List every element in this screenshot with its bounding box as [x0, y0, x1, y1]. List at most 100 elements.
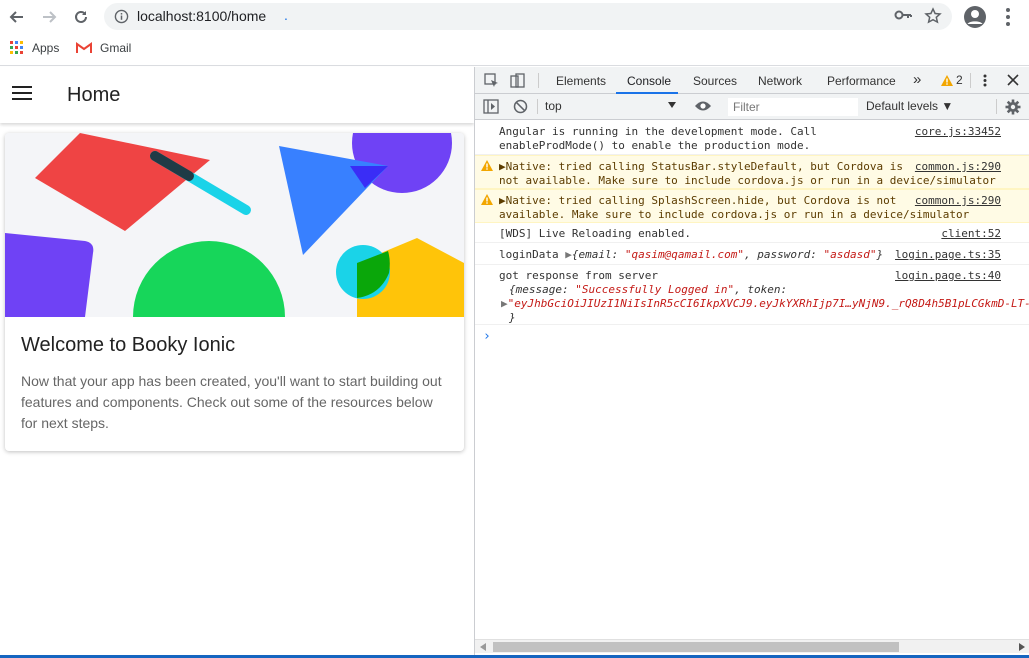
page-title: Home — [67, 84, 121, 106]
console-message: loginData ▶{email: "qasim@qamail.com", p… — [475, 243, 1029, 265]
scrollbar-thumb[interactable] — [493, 642, 899, 652]
sidebar-toggle-icon[interactable] — [483, 99, 499, 114]
source-link[interactable]: common.js:290 — [915, 194, 1001, 207]
profile-icon[interactable] — [963, 5, 987, 29]
bookmark-label: Gmail — [100, 41, 132, 55]
card-title: Welcome to Booky Ionic — [21, 334, 236, 356]
menu-kebab-icon[interactable] — [996, 5, 1020, 29]
context-selector[interactable]: top — [545, 99, 680, 113]
key-icon[interactable] — [894, 8, 912, 22]
horizontal-scrollbar[interactable] — [475, 639, 1029, 653]
object-email-value: "qasim@qamail.com" — [624, 248, 745, 261]
message-line: enableProdMode() to enable the productio… — [499, 139, 811, 152]
message-line[interactable]: loginData ▶{email: "qasim@qamail.com", p… — [499, 248, 883, 262]
settings-gear-icon[interactable] — [1005, 99, 1021, 115]
message-line[interactable]: ▶Native: tried calling StatusBar.styleDe… — [499, 160, 903, 174]
warning-icon — [941, 74, 953, 86]
tab-elements[interactable]: Elements — [556, 74, 606, 88]
warning-icon — [481, 194, 493, 205]
arrow-left-icon — [9, 11, 23, 23]
info-icon[interactable] — [114, 9, 129, 24]
device-icon — [510, 73, 525, 88]
arrow-right-icon — [43, 11, 57, 23]
url-marker: . — [284, 7, 288, 23]
warning-icon — [481, 160, 493, 171]
message-line: available. Make sure to include cordova.… — [499, 208, 970, 221]
device-toolbar-button[interactable] — [509, 72, 526, 89]
tab-console[interactable]: Console — [627, 74, 671, 88]
eye-icon[interactable] — [694, 100, 712, 112]
object-key: , token: — [734, 283, 788, 296]
card-body: Now that your app has been created, you'… — [21, 373, 442, 431]
object-message-value: "Successfully Logged in" — [575, 283, 735, 296]
source-link[interactable]: login.page.ts:35 — [895, 248, 1001, 261]
console-message: Angular is running in the development mo… — [475, 121, 1029, 155]
console-output: Angular is running in the development mo… — [475, 121, 1029, 639]
object-preview: {message: "Successfully Logged in", toke… — [509, 283, 787, 297]
tab-network[interactable]: Network — [758, 74, 802, 88]
bookmark-apps[interactable]: Apps — [10, 41, 59, 55]
clear-console-icon[interactable] — [513, 99, 528, 114]
forward-button[interactable] — [37, 5, 61, 29]
console-prompt[interactable]: › — [483, 329, 491, 344]
console-toolbar: top Filter Default levels ▼ — [475, 94, 1029, 120]
scroll-right-icon[interactable] — [1019, 643, 1025, 651]
object-key: , password: — [744, 248, 824, 261]
scroll-left-icon[interactable] — [480, 643, 486, 651]
more-tabs-button[interactable]: » — [913, 71, 921, 88]
welcome-card: Welcome to Booky Ionic Now that your app… — [5, 133, 464, 451]
app-header: Home — [0, 67, 474, 123]
menu-button[interactable] — [12, 85, 34, 103]
warnings-counter[interactable]: 2 — [941, 73, 963, 87]
object-open: {email: — [571, 248, 625, 261]
object-password-value: "asdasd" — [823, 248, 877, 261]
devtools-panel: Elements Console Sources Network Perform… — [474, 67, 1029, 655]
back-button[interactable] — [5, 5, 29, 29]
close-icon[interactable] — [1007, 74, 1019, 86]
devtools-menu-icon[interactable] — [980, 73, 990, 88]
bookmark-label: Apps — [32, 41, 60, 55]
console-message: got response from server login.page.ts:4… — [475, 265, 1029, 325]
reload-button[interactable] — [69, 5, 93, 29]
url-text[interactable]: localhost:8100/home — [137, 8, 266, 24]
devtools-tabbar: Elements Console Sources Network Perform… — [475, 67, 1029, 94]
expand-arrow-icon[interactable]: ▶ — [565, 248, 572, 261]
cursor-select-icon — [484, 73, 498, 87]
object-token-value: "eyJhbGciOiJIUzI1NiIsInR5cCI6IkpXVCJ9.ey… — [507, 297, 1029, 310]
star-icon[interactable] — [924, 7, 942, 25]
message-line: not available. Make sure to include cord… — [499, 174, 996, 187]
dropdown-arrow-icon — [668, 102, 676, 108]
app-viewport: Home Welcome to Booky Ionic Now that you… — [0, 67, 474, 655]
browser-toolbar: localhost:8100/home . — [0, 0, 1029, 34]
object-close: } — [876, 248, 884, 261]
console-warning: ▶Native: tried calling StatusBar.styleDe… — [475, 155, 1029, 189]
source-link[interactable]: common.js:290 — [915, 160, 1001, 173]
object-open: {message: — [509, 283, 576, 296]
message-line: Angular is running in the development mo… — [499, 125, 817, 138]
source-link[interactable]: login.page.ts:40 — [895, 269, 1001, 282]
address-bar[interactable]: localhost:8100/home . — [104, 3, 952, 30]
message-line: [WDS] Live Reloading enabled. — [499, 227, 692, 240]
log-label: loginData — [499, 248, 566, 261]
inspect-element-button[interactable] — [483, 72, 500, 89]
warning-count: 2 — [956, 73, 963, 87]
bookmarks-bar: Apps Gmail — [0, 34, 1029, 66]
bookmark-gmail[interactable]: Gmail — [76, 41, 131, 55]
tab-performance[interactable]: Performance — [827, 74, 896, 88]
log-levels-dropdown[interactable]: Default levels ▼ — [866, 99, 953, 113]
tab-sources[interactable]: Sources — [693, 74, 737, 88]
expand-arrow-icon[interactable]: ▶ — [501, 297, 508, 310]
gmail-icon — [76, 42, 92, 53]
source-link[interactable]: client:52 — [941, 227, 1001, 240]
hero-illustration — [5, 133, 464, 317]
message-line[interactable]: ▶Native: tried calling SplashScreen.hide… — [499, 194, 896, 208]
message-line: got response from server — [499, 269, 658, 282]
reload-icon — [75, 10, 87, 23]
filter-input[interactable]: Filter — [728, 98, 858, 116]
object-close: } — [509, 311, 516, 324]
token-line[interactable]: ▶"eyJhbGciOiJIUzI1NiIsInR5cCI6IkpXVCJ9.e… — [501, 297, 1029, 311]
console-warning: ▶Native: tried calling SplashScreen.hide… — [475, 189, 1029, 223]
console-message: [WDS] Live Reloading enabled. client:52 — [475, 223, 1029, 243]
apps-grid-icon — [10, 41, 23, 54]
source-link[interactable]: core.js:33452 — [915, 125, 1001, 138]
